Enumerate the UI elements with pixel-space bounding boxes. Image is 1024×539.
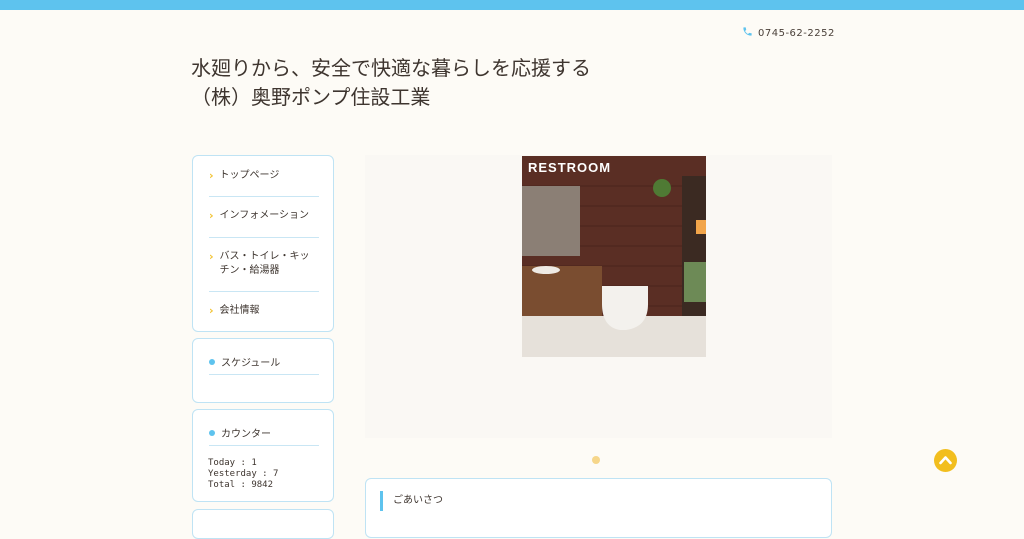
dot-icon (209, 429, 215, 436)
company-name: （株）奥野ポンプ住設工業 (191, 85, 431, 109)
nav-item-company[interactable]: › 会社情報 (209, 304, 319, 318)
counter-title: カウンター (209, 425, 271, 440)
phone-icon (742, 26, 753, 40)
widget-divider (209, 374, 319, 375)
nav-item-label: 会社情報 (219, 305, 260, 316)
chevron-right-icon: › (209, 304, 214, 317)
widget-divider (209, 445, 319, 446)
back-to-top-button[interactable] (934, 449, 957, 472)
slide-caption: RESTROOM (528, 160, 611, 175)
chevron-right-icon: › (209, 250, 214, 263)
slide-edge-accent (696, 220, 706, 234)
nav-divider (209, 291, 319, 292)
nav-item-label: バス・トイレ・キッチン・給湯器 (219, 251, 310, 276)
chevron-up-icon (939, 456, 952, 465)
chevron-right-icon: › (209, 169, 214, 182)
counter-total: Total : 9842 (208, 480, 274, 490)
counter-values: Today : 1 Yesterday : 7 Total : 9842 (208, 458, 278, 491)
nav-item-bath-toilet[interactable]: › バス・トイレ・キッチン・給湯器 (209, 250, 319, 278)
schedule-widget: スケジュール (192, 338, 334, 403)
nav-item-information[interactable]: › インフォメーション (209, 209, 319, 223)
sidebar-nav: › トップページ › インフォメーション › バス・トイレ・キッチン・給湯器 ›… (192, 155, 334, 332)
greeting-section: ごあいさつ (365, 478, 832, 538)
slider-pager-dot[interactable] (592, 456, 600, 464)
site-title[interactable]: 水廻りから、安全で快適な暮らしを応援する （株）奥野ポンプ住設工業 (191, 54, 591, 112)
nav-item-label: トップページ (219, 170, 280, 181)
nav-divider (209, 196, 319, 197)
phone-number: 0745-62-2252 (758, 27, 835, 39)
top-accent-bar (0, 0, 1024, 10)
schedule-title: スケジュール (209, 354, 280, 369)
site-tagline: 水廻りから、安全で快適な暮らしを応援する (191, 56, 591, 80)
slide-image-restroom[interactable]: RESTROOM (522, 156, 706, 357)
header-phone[interactable]: 0745-62-2252 (742, 26, 835, 40)
nav-item-top[interactable]: › トップページ (209, 169, 319, 183)
counter-yesterday: Yesterday : 7 (208, 469, 279, 479)
counter-widget: カウンター Today : 1 Yesterday : 7 Total : 98… (192, 409, 334, 502)
widget-title-text: カウンター (221, 429, 271, 440)
counter-today: Today : 1 (208, 458, 257, 468)
chevron-right-icon: › (209, 209, 214, 222)
dot-icon (209, 358, 215, 365)
greeting-heading: ごあいさつ (380, 491, 443, 511)
nav-divider (209, 237, 319, 238)
widget-title-text: スケジュール (221, 358, 281, 369)
sidebar-widget (192, 509, 334, 539)
nav-item-label: インフォメーション (219, 210, 310, 221)
